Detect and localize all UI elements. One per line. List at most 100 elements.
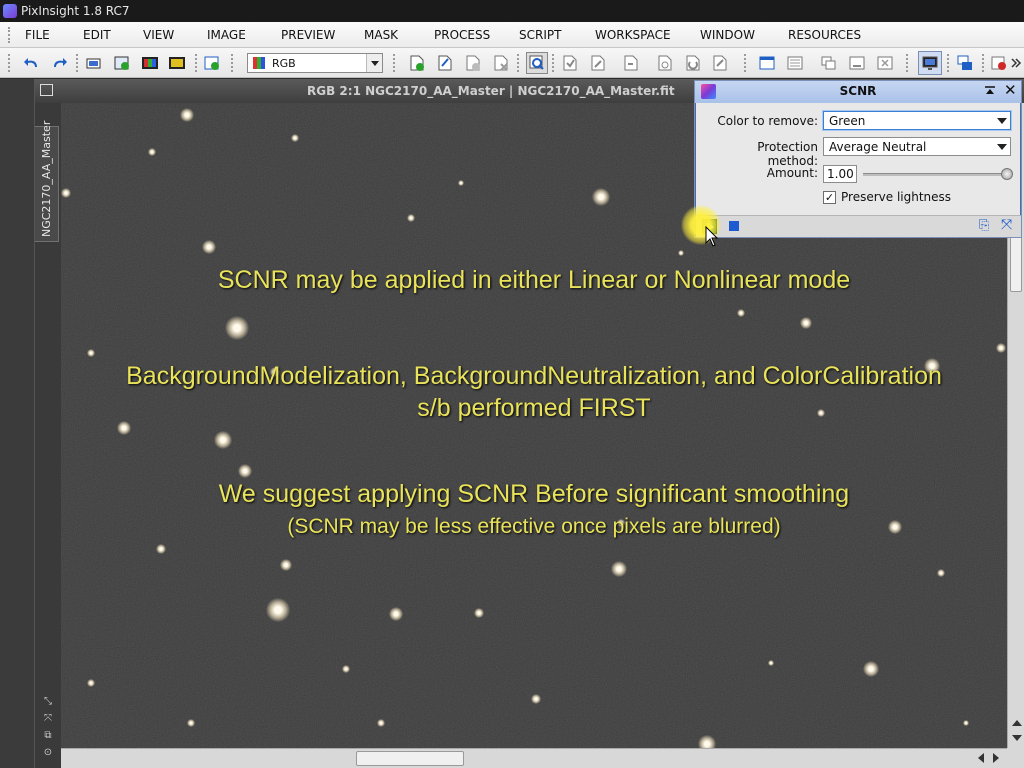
scnr-dialog: SCNR ✕ Color to remove: Green Protection…	[694, 80, 1022, 238]
fit-view-icon[interactable]: ⤧	[43, 714, 53, 724]
chevron-down-icon[interactable]	[994, 112, 1010, 129]
process-explorer-icon[interactable]	[589, 54, 607, 72]
app-title: PixInsight 1.8 RC7	[21, 4, 130, 18]
horizontal-scrollbar[interactable]	[61, 748, 1007, 768]
menu-resources[interactable]: RESOURCES	[788, 28, 861, 42]
menu-workspace[interactable]: WORKSPACE	[595, 28, 671, 42]
star	[996, 343, 1006, 353]
remove-mask-icon[interactable]	[492, 54, 510, 72]
star	[768, 660, 774, 666]
lock-icon[interactable]: ⧉	[43, 731, 53, 741]
instance-document-icon[interactable]: ⎘	[979, 219, 993, 233]
star	[87, 679, 95, 687]
menu-image[interactable]: IMAGE	[207, 28, 246, 42]
pin-icon[interactable]: ⤡	[43, 697, 53, 707]
star	[611, 561, 627, 577]
amount-slider-thumb[interactable]	[1001, 168, 1013, 180]
menu-process[interactable]: PROCESS	[434, 28, 490, 42]
chevron-down-icon[interactable]	[366, 54, 382, 72]
stop-icon[interactable]	[990, 54, 1008, 72]
rgb-working-space-icon[interactable]	[141, 54, 159, 72]
star	[117, 421, 131, 435]
caption-performed-first: s/b performed FIRST	[417, 394, 651, 422]
invert-mask-icon[interactable]	[464, 54, 482, 72]
menu-preview[interactable]: PREVIEW	[281, 28, 335, 42]
script-debug-icon[interactable]	[711, 54, 729, 72]
tile-windows-icon[interactable]	[786, 54, 804, 72]
preserve-lightness-label: Preserve lightness	[841, 190, 952, 204]
window-layout-icon[interactable]	[758, 54, 776, 72]
star	[156, 544, 166, 554]
new-image-icon[interactable]	[113, 54, 131, 72]
color-to-remove-label: Color to remove:	[717, 114, 818, 128]
reset-icon[interactable]: ⤧	[1001, 218, 1015, 232]
scroll-left-arrow-icon[interactable]	[978, 753, 984, 763]
mouse-pointer-icon	[705, 226, 719, 247]
preserve-lightness-checkbox[interactable]: ✓	[823, 191, 836, 204]
star	[342, 665, 350, 673]
toolbar-grip-icon	[76, 54, 79, 72]
toolbar-grip-icon	[8, 54, 11, 72]
color-to-remove-value: Green	[829, 114, 866, 128]
close-all-icon[interactable]	[876, 54, 894, 72]
pixinsight-logo-icon	[3, 4, 17, 18]
minimize-all-icon[interactable]	[848, 54, 866, 72]
star	[61, 188, 71, 198]
image-properties-icon[interactable]	[85, 54, 103, 72]
toolbar-grip-icon	[982, 54, 985, 72]
toolbar-grip-icon	[195, 54, 198, 72]
view-identifier-tab[interactable]: NGC2170_AA_Master	[35, 121, 59, 242]
select-mask-icon[interactable]	[436, 54, 454, 72]
vertical-scroll-thumb[interactable]	[1010, 236, 1022, 292]
undo-icon[interactable]	[23, 54, 41, 72]
scroll-down-arrow-icon[interactable]	[1012, 735, 1022, 741]
star	[678, 250, 684, 256]
channel-extraction-icon[interactable]	[168, 54, 186, 72]
rgb-swatch-icon	[253, 57, 265, 69]
window-menu-icon[interactable]	[40, 84, 53, 96]
star	[963, 720, 969, 726]
star	[531, 694, 541, 704]
toolbar-grip-icon	[552, 54, 555, 72]
star	[148, 148, 156, 156]
image-window-title: RGB 2:1 NGC2170_AA_Master | NGC2170_AA_M…	[307, 84, 675, 98]
script-editor-icon[interactable]	[656, 54, 674, 72]
star	[202, 240, 216, 254]
new-mask-icon[interactable]	[408, 54, 426, 72]
new-preview-icon[interactable]	[203, 54, 221, 72]
horizontal-scroll-thumb[interactable]	[356, 751, 464, 766]
zoom-readout-icon[interactable]	[526, 52, 548, 74]
close-icon[interactable]: ✕	[1004, 83, 1017, 98]
menu-script[interactable]: SCRIPT	[519, 28, 561, 42]
process-container-icon[interactable]	[561, 54, 579, 72]
shade-icon[interactable]	[984, 85, 996, 97]
apply-global-square-icon[interactable]	[729, 221, 739, 231]
amount-field[interactable]: 1.00	[823, 165, 857, 183]
cascade-windows-icon[interactable]	[820, 54, 838, 72]
display-channel-combo[interactable]: RGB	[247, 53, 383, 73]
chevron-down-icon[interactable]	[994, 138, 1010, 155]
star	[863, 661, 879, 677]
toolbar-grip-icon	[393, 54, 396, 72]
toolbar-overflow-icon[interactable]	[1010, 54, 1022, 72]
toolbar-grip-icon	[744, 54, 747, 72]
scroll-up-arrow-icon[interactable]	[1012, 720, 1022, 726]
menu-mask[interactable]: MASK	[364, 28, 398, 42]
star	[698, 735, 716, 748]
menu-edit[interactable]: EDIT	[83, 28, 111, 42]
amount-slider-track[interactable]	[863, 173, 1009, 176]
menu-window[interactable]: WINDOW	[700, 28, 755, 42]
swap-views-icon[interactable]	[956, 54, 974, 72]
scroll-right-arrow-icon[interactable]	[993, 753, 999, 763]
screen-monitor-icon[interactable]	[918, 51, 942, 75]
protection-method-combo[interactable]: Average Neutral	[823, 137, 1011, 156]
redo-icon[interactable]	[50, 54, 68, 72]
scnr-titlebar[interactable]: SCNR ✕	[695, 81, 1021, 103]
target-icon[interactable]: ⊙	[43, 748, 53, 758]
menu-file[interactable]: FILE	[25, 28, 50, 42]
color-to-remove-combo[interactable]: Green	[823, 111, 1011, 130]
star	[407, 214, 415, 222]
history-icon[interactable]	[622, 54, 640, 72]
script-run-icon[interactable]	[684, 54, 702, 72]
menu-view[interactable]: VIEW	[143, 28, 174, 42]
